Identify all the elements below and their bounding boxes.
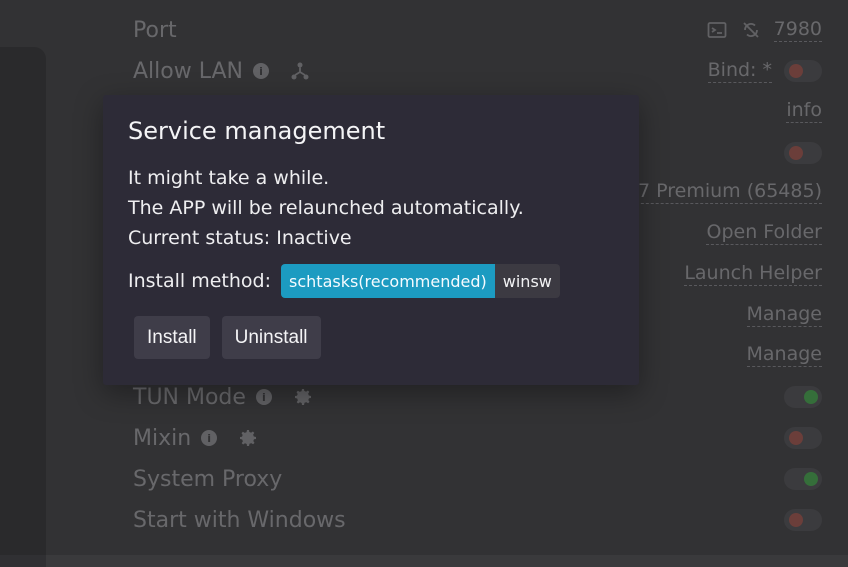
dialog-message-line-1: It might take a while. — [128, 167, 330, 189]
service-management-dialog: Service management It might take a while… — [103, 95, 639, 385]
install-method-label: Install method: — [128, 270, 272, 292]
install-method-row: Install method: schtasks(recommended) wi… — [128, 263, 560, 299]
install-method-schtasks[interactable]: schtasks(recommended) — [281, 264, 495, 298]
dialog-actions: Install Uninstall — [134, 316, 321, 359]
dialog-message-line-2: The APP will be relaunched automatically… — [128, 197, 524, 219]
uninstall-button[interactable]: Uninstall — [221, 316, 321, 359]
dialog-status-line: Current status: Inactive — [128, 227, 352, 249]
dialog-title: Service management — [128, 117, 386, 145]
install-button[interactable]: Install — [134, 316, 210, 359]
install-method-winsw[interactable]: winsw — [494, 264, 560, 298]
install-method-selector: schtasks(recommended) winsw — [281, 264, 560, 298]
